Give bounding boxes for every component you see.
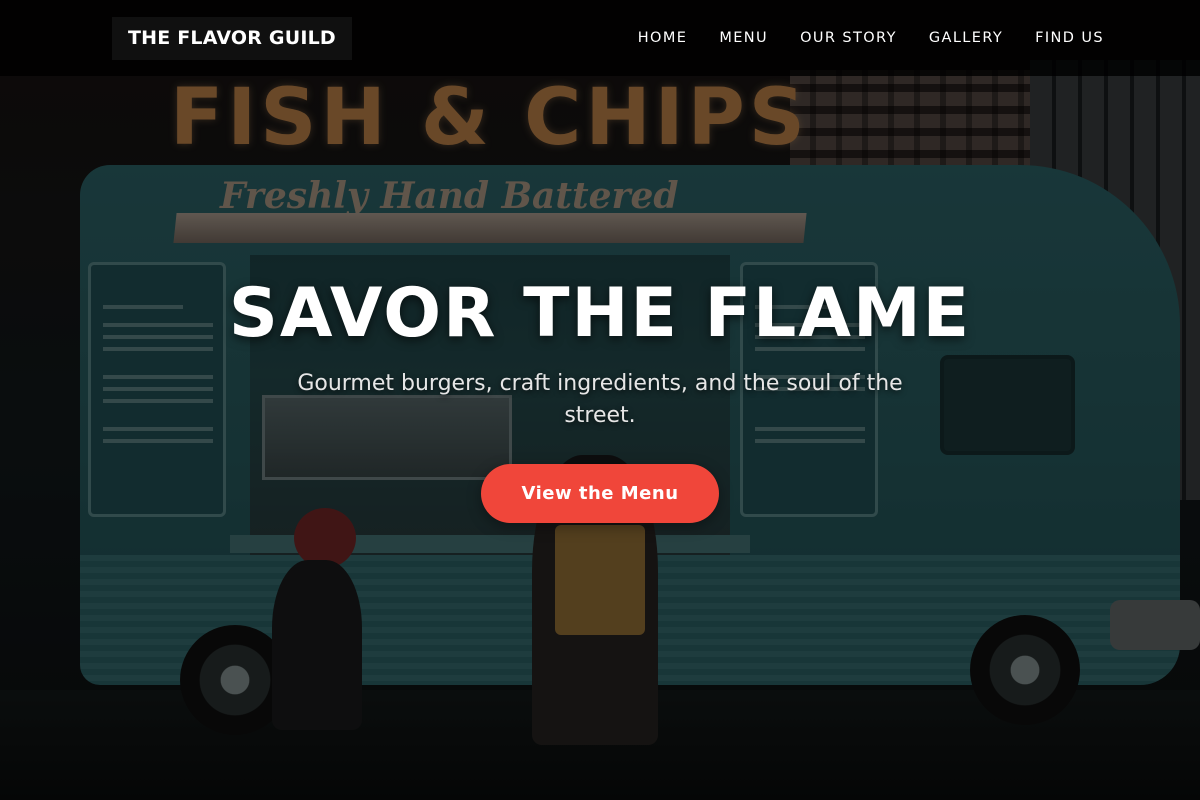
hero-content: SAVOR THE FLAME Gourmet burgers, craft i… — [0, 270, 1200, 523]
site-logo[interactable]: THE FLAVOR GUILD — [112, 17, 352, 60]
nav-link-menu[interactable]: MENU — [719, 30, 768, 46]
nav-link-gallery[interactable]: GALLERY — [929, 30, 1003, 46]
main-nav: HOME MENU OUR STORY GALLERY FIND US — [638, 0, 1104, 76]
view-menu-button[interactable]: View the Menu — [481, 464, 719, 523]
nav-link-find-us[interactable]: FIND US — [1035, 30, 1104, 46]
hero-title: SAVOR THE FLAME — [228, 274, 972, 353]
hero-subtitle: Gourmet burgers, craft ingredients, and … — [297, 371, 903, 428]
nav-link-our-story[interactable]: OUR STORY — [800, 30, 897, 46]
nav-link-home[interactable]: HOME — [638, 30, 688, 46]
site-header: THE FLAVOR GUILD HOME MENU OUR STORY GAL… — [0, 0, 1200, 76]
